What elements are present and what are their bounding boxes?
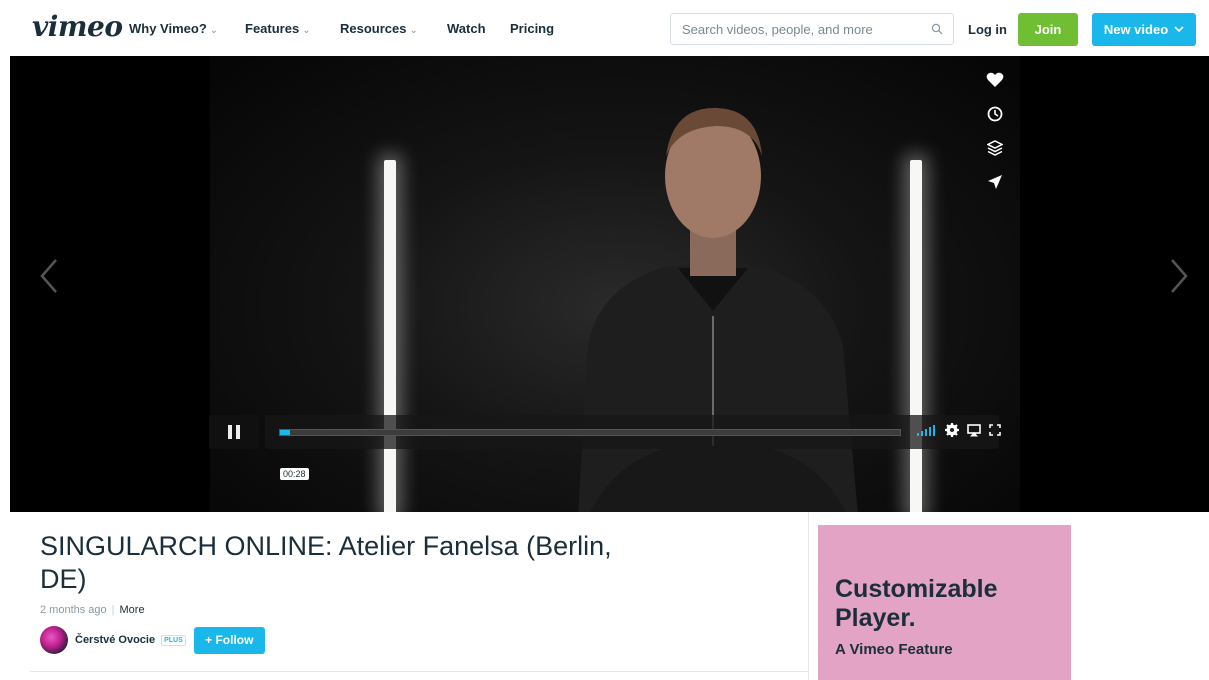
control-bar — [265, 415, 1001, 449]
collections-button[interactable] — [979, 134, 1011, 162]
chevron-down-icon: ⌄ — [409, 25, 418, 36]
owner-name[interactable]: Čerstvé Ovocie — [75, 634, 155, 646]
send-icon — [988, 175, 1002, 189]
plus-badge: PLUS — [161, 634, 186, 646]
nav-resources[interactable]: Resources ⌄ — [340, 21, 418, 36]
owner-row: Čerstvé Ovocie PLUS + Follow — [40, 626, 265, 654]
posted-time: 2 months ago — [40, 604, 107, 616]
nav-watch[interactable]: Watch — [447, 21, 486, 36]
progress-bar[interactable] — [279, 429, 901, 436]
nav-why-vimeo-label: Why Vimeo? — [129, 21, 207, 36]
top-nav: vimeo Why Vimeo? ⌄ Features ⌄ Resources ⌄ W… — [0, 0, 1209, 56]
promo-card[interactable]: Customizable Player. A Vimeo Feature — [818, 525, 1071, 680]
fullscreen-icon[interactable] — [989, 424, 1001, 436]
pause-button[interactable] — [209, 415, 259, 449]
chevron-down-icon: ⌄ — [209, 25, 219, 36]
new-video-label: New video — [1103, 22, 1169, 37]
timecode-tooltip: 00:28 — [280, 468, 309, 480]
meta-separator: | — [111, 604, 115, 616]
light-tube-left — [384, 160, 396, 512]
nav-features[interactable]: Features ⌄ — [245, 21, 311, 36]
layers-icon — [987, 140, 1003, 156]
watch-later-button[interactable] — [979, 100, 1011, 128]
promo-subline: A Vimeo Feature — [835, 641, 953, 658]
volume-icon[interactable] — [917, 424, 937, 436]
pause-icon — [228, 425, 240, 439]
new-video-button[interactable]: New video — [1092, 13, 1196, 46]
next-video-arrow[interactable] — [1168, 256, 1190, 301]
share-button[interactable] — [979, 168, 1011, 196]
search-box — [670, 13, 954, 45]
login-link[interactable]: Log in — [968, 22, 1007, 37]
video-title: SINGULARCH ONLINE: Atelier Fanelsa (Berl… — [40, 531, 612, 594]
avatar[interactable] — [40, 626, 68, 654]
join-button[interactable]: Join — [1018, 13, 1078, 46]
nav-resources-label: Resources — [340, 21, 407, 36]
nav-pricing-label: Pricing — [510, 21, 555, 36]
column-divider — [808, 512, 809, 680]
nav-why-vimeo[interactable]: Why Vimeo? ⌄ — [129, 21, 218, 36]
more-link[interactable]: More — [120, 604, 145, 616]
chevron-down-icon — [1174, 26, 1184, 33]
video-meta: 2 months ago | More — [40, 604, 145, 616]
follow-button[interactable]: + Follow — [193, 626, 265, 654]
settings-icon[interactable] — [945, 423, 959, 437]
join-label: Join — [1034, 22, 1062, 37]
vimeo-logo[interactable]: vimeo — [32, 10, 123, 43]
airplay-icon[interactable] — [967, 423, 981, 437]
search-input[interactable] — [680, 21, 924, 38]
heart-icon — [986, 72, 1004, 87]
chevron-down-icon: ⌄ — [302, 25, 311, 36]
follow-label: + Follow — [205, 633, 254, 647]
like-button[interactable] — [979, 66, 1011, 94]
nav-pricing[interactable]: Pricing — [510, 21, 554, 36]
clock-icon — [987, 106, 1003, 122]
progress-fill — [280, 430, 290, 435]
previous-video-arrow[interactable] — [38, 256, 60, 301]
divider — [30, 671, 808, 672]
light-tube-right — [910, 160, 922, 512]
speaker-figure — [578, 107, 858, 512]
search-icon[interactable] — [931, 22, 943, 40]
player-controls — [209, 415, 1001, 449]
nav-watch-label: Watch — [447, 21, 486, 36]
promo-headline: Customizable Player. — [835, 575, 998, 632]
nav-features-label: Features — [245, 21, 300, 36]
